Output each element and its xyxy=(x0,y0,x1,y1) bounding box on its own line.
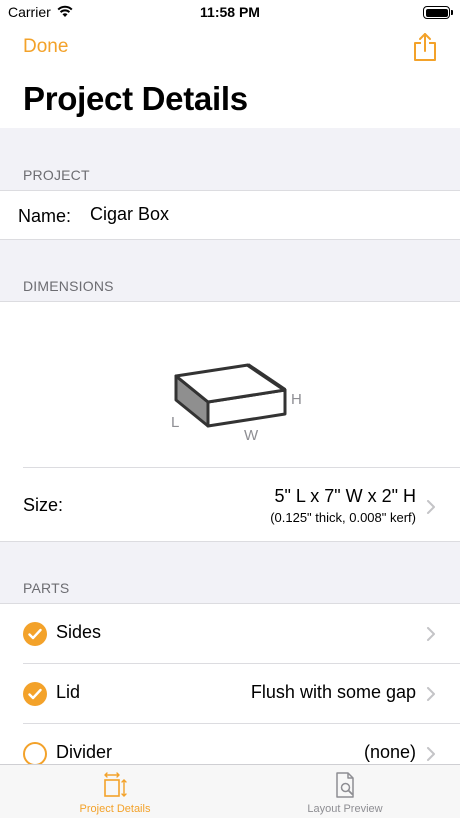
project-details-icon xyxy=(104,772,127,797)
details-list: PROJECT Name: Cigar Box DIMENSIONS L W H… xyxy=(0,128,460,764)
tab-label: Project Details xyxy=(79,803,151,815)
parts-section-header: PARTS xyxy=(23,580,70,596)
part-row-sides[interactable]: Sides xyxy=(0,604,460,664)
checkmark-icon[interactable] xyxy=(23,622,47,646)
battery-icon xyxy=(423,6,453,19)
part-label: Sides xyxy=(56,622,102,642)
part-row-divider[interactable]: Divider (none) xyxy=(0,724,460,764)
project-name-field[interactable]: Cigar Box xyxy=(90,204,169,225)
navigation-bar: Done Project Details xyxy=(0,28,460,128)
tab-layout-preview[interactable]: Layout Preview xyxy=(230,765,460,818)
height-label: H xyxy=(291,391,302,408)
length-label: L xyxy=(171,414,179,431)
project-section-header: PROJECT xyxy=(23,167,90,183)
tab-bar: Project Details Layout Preview xyxy=(0,764,460,818)
part-label: Divider xyxy=(56,742,113,762)
size-row[interactable]: Size: 5" L x 7" W x 2" H (0.125" thick, … xyxy=(0,468,460,542)
size-label: Size: xyxy=(23,495,64,515)
chevron-right-icon xyxy=(427,687,435,701)
chevron-right-icon xyxy=(427,627,435,641)
dimensions-section-header: DIMENSIONS xyxy=(23,278,114,294)
tab-label: Layout Preview xyxy=(307,803,383,815)
chevron-right-icon xyxy=(427,747,435,761)
tab-project-details[interactable]: Project Details xyxy=(0,765,230,818)
layout-preview-icon xyxy=(336,772,354,798)
chevron-right-icon xyxy=(427,500,435,514)
part-value: Flush with some gap xyxy=(250,682,416,702)
parts-group: Sides Lid Flush with some gap Divider (n… xyxy=(0,603,460,764)
size-value: 5" L x 7" W x 2" H xyxy=(274,486,416,506)
share-icon[interactable] xyxy=(412,32,438,62)
size-detail: (0.125" thick, 0.008" kerf) xyxy=(270,510,416,525)
done-button[interactable]: Done xyxy=(23,36,68,58)
dimensions-group: L W H Size: 5" L x 7" W x 2" H (0.125" t… xyxy=(0,301,460,542)
part-row-lid[interactable]: Lid Flush with some gap xyxy=(0,664,460,724)
width-label: W xyxy=(244,427,259,444)
project-group: Name: Cigar Box xyxy=(0,190,460,240)
part-label: Lid xyxy=(56,682,81,702)
name-label: Name: xyxy=(18,206,72,226)
part-value: (none) xyxy=(363,742,416,762)
page-title: Project Details xyxy=(23,80,248,117)
status-bar: Carrier 11:58 PM xyxy=(0,0,460,28)
empty-circle-icon[interactable] xyxy=(23,742,47,764)
clock: 11:58 PM xyxy=(200,4,260,20)
box-dimensions-illustration: L W H xyxy=(171,363,302,444)
checkmark-icon[interactable] xyxy=(23,682,47,706)
